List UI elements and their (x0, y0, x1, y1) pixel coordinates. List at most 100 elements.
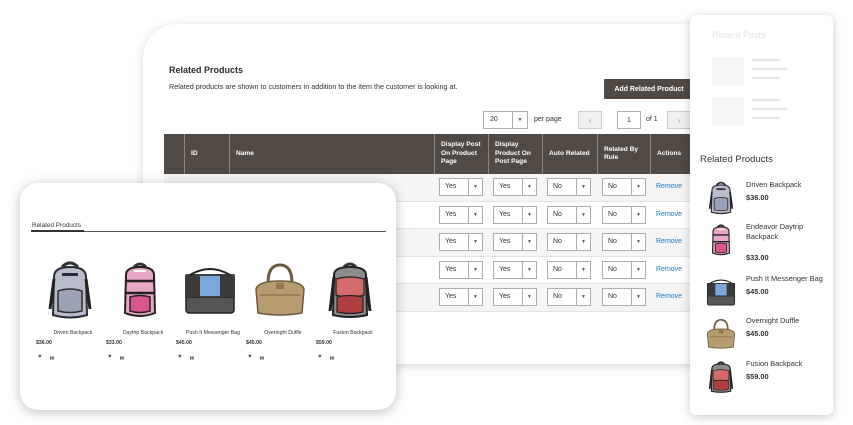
auto-related-select[interactable]: No ▼ (547, 233, 591, 251)
product-name-link[interactable]: Overnight Duffle (746, 316, 830, 326)
dropdown-arrow-icon: ▼ (576, 261, 590, 278)
messenger-bag-image[interactable] (180, 259, 240, 321)
current-page-input[interactable]: 1 (617, 111, 641, 129)
product-item: Daytrip Backpack $33.00 ♥ ▮▮ (106, 259, 178, 369)
compare-icon[interactable]: ▮▮ (260, 354, 264, 362)
duffle-bag-image[interactable] (250, 259, 310, 321)
remove-link[interactable]: Remove (656, 266, 682, 273)
display-post-select[interactable]: Yes ▼ (439, 178, 483, 196)
product-name-link[interactable]: Driven Backpack (38, 330, 108, 336)
list-item[interactable]: Overnight Duffle $45.00 (690, 316, 833, 356)
fusion-backpack-image[interactable] (320, 259, 380, 321)
fusion-backpack-image[interactable] (704, 359, 738, 395)
list-item[interactable]: Endeavor Daytrip Backpack $33.00 (690, 222, 833, 262)
product-actions: ♥ ▮▮ (318, 354, 334, 362)
add-related-product-button[interactable]: Add Related Product (604, 79, 694, 99)
display-post-select[interactable]: Yes ▼ (439, 288, 483, 306)
product-name-link[interactable]: Daytrip Backpack (108, 330, 178, 336)
driven-backpack-image[interactable] (40, 259, 100, 321)
list-item[interactable]: Push It Messenger Bag $45.00 (690, 274, 833, 314)
dropdown-arrow-icon: ▼ (468, 206, 482, 223)
product-price: $33.00 (746, 253, 769, 262)
grid-header-display-post[interactable]: Display Post On Product Page (434, 134, 488, 174)
product-name-link[interactable]: Overnight Duffle (248, 330, 318, 336)
remove-link[interactable]: Remove (656, 238, 682, 245)
product-actions: ♥ ▮▮ (248, 354, 264, 362)
previous-page-button[interactable]: ‹ (578, 111, 602, 129)
dropdown-arrow-icon: ▼ (576, 206, 590, 223)
duffle-bag-image[interactable] (704, 316, 738, 352)
auto-related-select[interactable]: No ▼ (547, 205, 591, 224)
related-by-rule-select-value: No (608, 210, 617, 218)
related-by-rule-select-value: No (608, 183, 617, 190)
product-name-link[interactable]: Fusion Backpack (746, 359, 830, 369)
recent-post-thumbnail[interactable] (712, 97, 744, 125)
driven-backpack-image[interactable] (704, 180, 738, 216)
next-page-button[interactable]: › (667, 111, 691, 129)
admin-section-description: Related products are shown to customers … (169, 82, 458, 91)
product-price: $45.00 (176, 340, 192, 346)
wishlist-heart-icon[interactable]: ♥ (318, 354, 322, 362)
display-product-select-value: Yes (499, 183, 511, 190)
wishlist-heart-icon[interactable]: ♥ (248, 354, 252, 362)
per-page-value: 20 (490, 116, 498, 123)
grid-header-id[interactable]: ID (184, 134, 229, 174)
compare-icon[interactable]: ▮▮ (330, 354, 334, 362)
wishlist-heart-icon[interactable]: ♥ (108, 354, 112, 362)
display-product-select[interactable]: Yes ▼ (493, 260, 537, 279)
product-name-link[interactable]: Endeavor Daytrip Backpack (746, 222, 830, 241)
remove-link[interactable]: Remove (656, 183, 682, 190)
related-by-rule-select[interactable]: No ▼ (602, 205, 646, 224)
wishlist-heart-icon[interactable]: ♥ (38, 354, 42, 362)
daytrip-backpack-image[interactable] (110, 259, 170, 321)
product-name-link[interactable]: Driven Backpack (746, 180, 830, 190)
display-product-select-value: Yes (499, 210, 511, 218)
related-by-rule-select[interactable]: No ▼ (602, 260, 646, 279)
auto-related-select[interactable]: No ▼ (547, 260, 591, 279)
related-by-rule-select-value: No (608, 238, 617, 245)
product-name-link[interactable]: Fusion Backpack (318, 330, 388, 336)
display-product-select[interactable]: Yes ▼ (493, 233, 537, 251)
grid-header-name[interactable]: Name (229, 134, 434, 174)
display-product-select[interactable]: Yes ▼ (493, 178, 537, 196)
remove-link[interactable]: Remove (656, 293, 682, 300)
dropdown-arrow-icon: ▼ (512, 112, 527, 128)
display-post-select[interactable]: Yes ▼ (439, 260, 483, 279)
list-item[interactable]: Driven Backpack $36.00 (690, 180, 833, 220)
daytrip-backpack-image[interactable] (704, 222, 738, 258)
display-product-select[interactable]: Yes ▼ (493, 205, 537, 224)
title-divider (31, 231, 386, 232)
product-item: Overnight Duffle $45.00 ♥ ▮▮ (246, 259, 318, 369)
auto-related-select[interactable]: No ▼ (547, 178, 591, 196)
sidebar-widget-panel: Recent Posts ▬▬▬▬ ▬▬▬▬▬ ▬▬▬▬ ▬▬▬▬ ▬▬▬▬▬ ▬▬▬▬… (690, 15, 833, 415)
grid-header-related-by-rule[interactable]: Related By Rule (597, 134, 650, 174)
display-product-select[interactable]: Yes ▼ (493, 288, 537, 306)
total-pages-label: of 1 (646, 116, 658, 123)
product-name-link[interactable]: Push It Messenger Bag (178, 330, 248, 336)
list-item[interactable]: Fusion Backpack $59.00 (690, 359, 833, 399)
wishlist-heart-icon[interactable]: ♥ (178, 354, 182, 362)
grid-header-auto-related[interactable]: Auto Related (542, 134, 597, 174)
related-by-rule-select[interactable]: No ▼ (602, 178, 646, 196)
display-product-select-value: Yes (499, 238, 511, 245)
recent-post-thumbnail[interactable] (712, 57, 744, 85)
dropdown-arrow-icon: ▼ (522, 289, 536, 305)
per-page-select[interactable]: 20 ▼ (483, 111, 528, 129)
product-actions: ♥ ▮▮ (38, 354, 54, 362)
auto-related-select[interactable]: No ▼ (547, 288, 591, 306)
related-by-rule-select[interactable]: No ▼ (602, 233, 646, 251)
compare-icon[interactable]: ▮▮ (120, 354, 124, 362)
messenger-bag-image[interactable] (704, 274, 738, 310)
display-post-select[interactable]: Yes ▼ (439, 205, 483, 224)
product-name-link[interactable]: Push It Messenger Bag (746, 274, 830, 284)
recent-post-text: ▬▬▬▬ ▬▬▬▬▬ ▬▬▬▬ (752, 96, 787, 121)
display-post-select[interactable]: Yes ▼ (439, 233, 483, 251)
product-price: $45.00 (746, 287, 769, 296)
dropdown-arrow-icon: ▼ (468, 234, 482, 250)
display-post-select-value: Yes (445, 210, 457, 218)
related-by-rule-select[interactable]: No ▼ (602, 288, 646, 306)
compare-icon[interactable]: ▮▮ (50, 354, 54, 362)
remove-link[interactable]: Remove (656, 211, 682, 218)
grid-header-display-product[interactable]: Display Product On Post Page (488, 134, 542, 174)
compare-icon[interactable]: ▮▮ (190, 354, 194, 362)
